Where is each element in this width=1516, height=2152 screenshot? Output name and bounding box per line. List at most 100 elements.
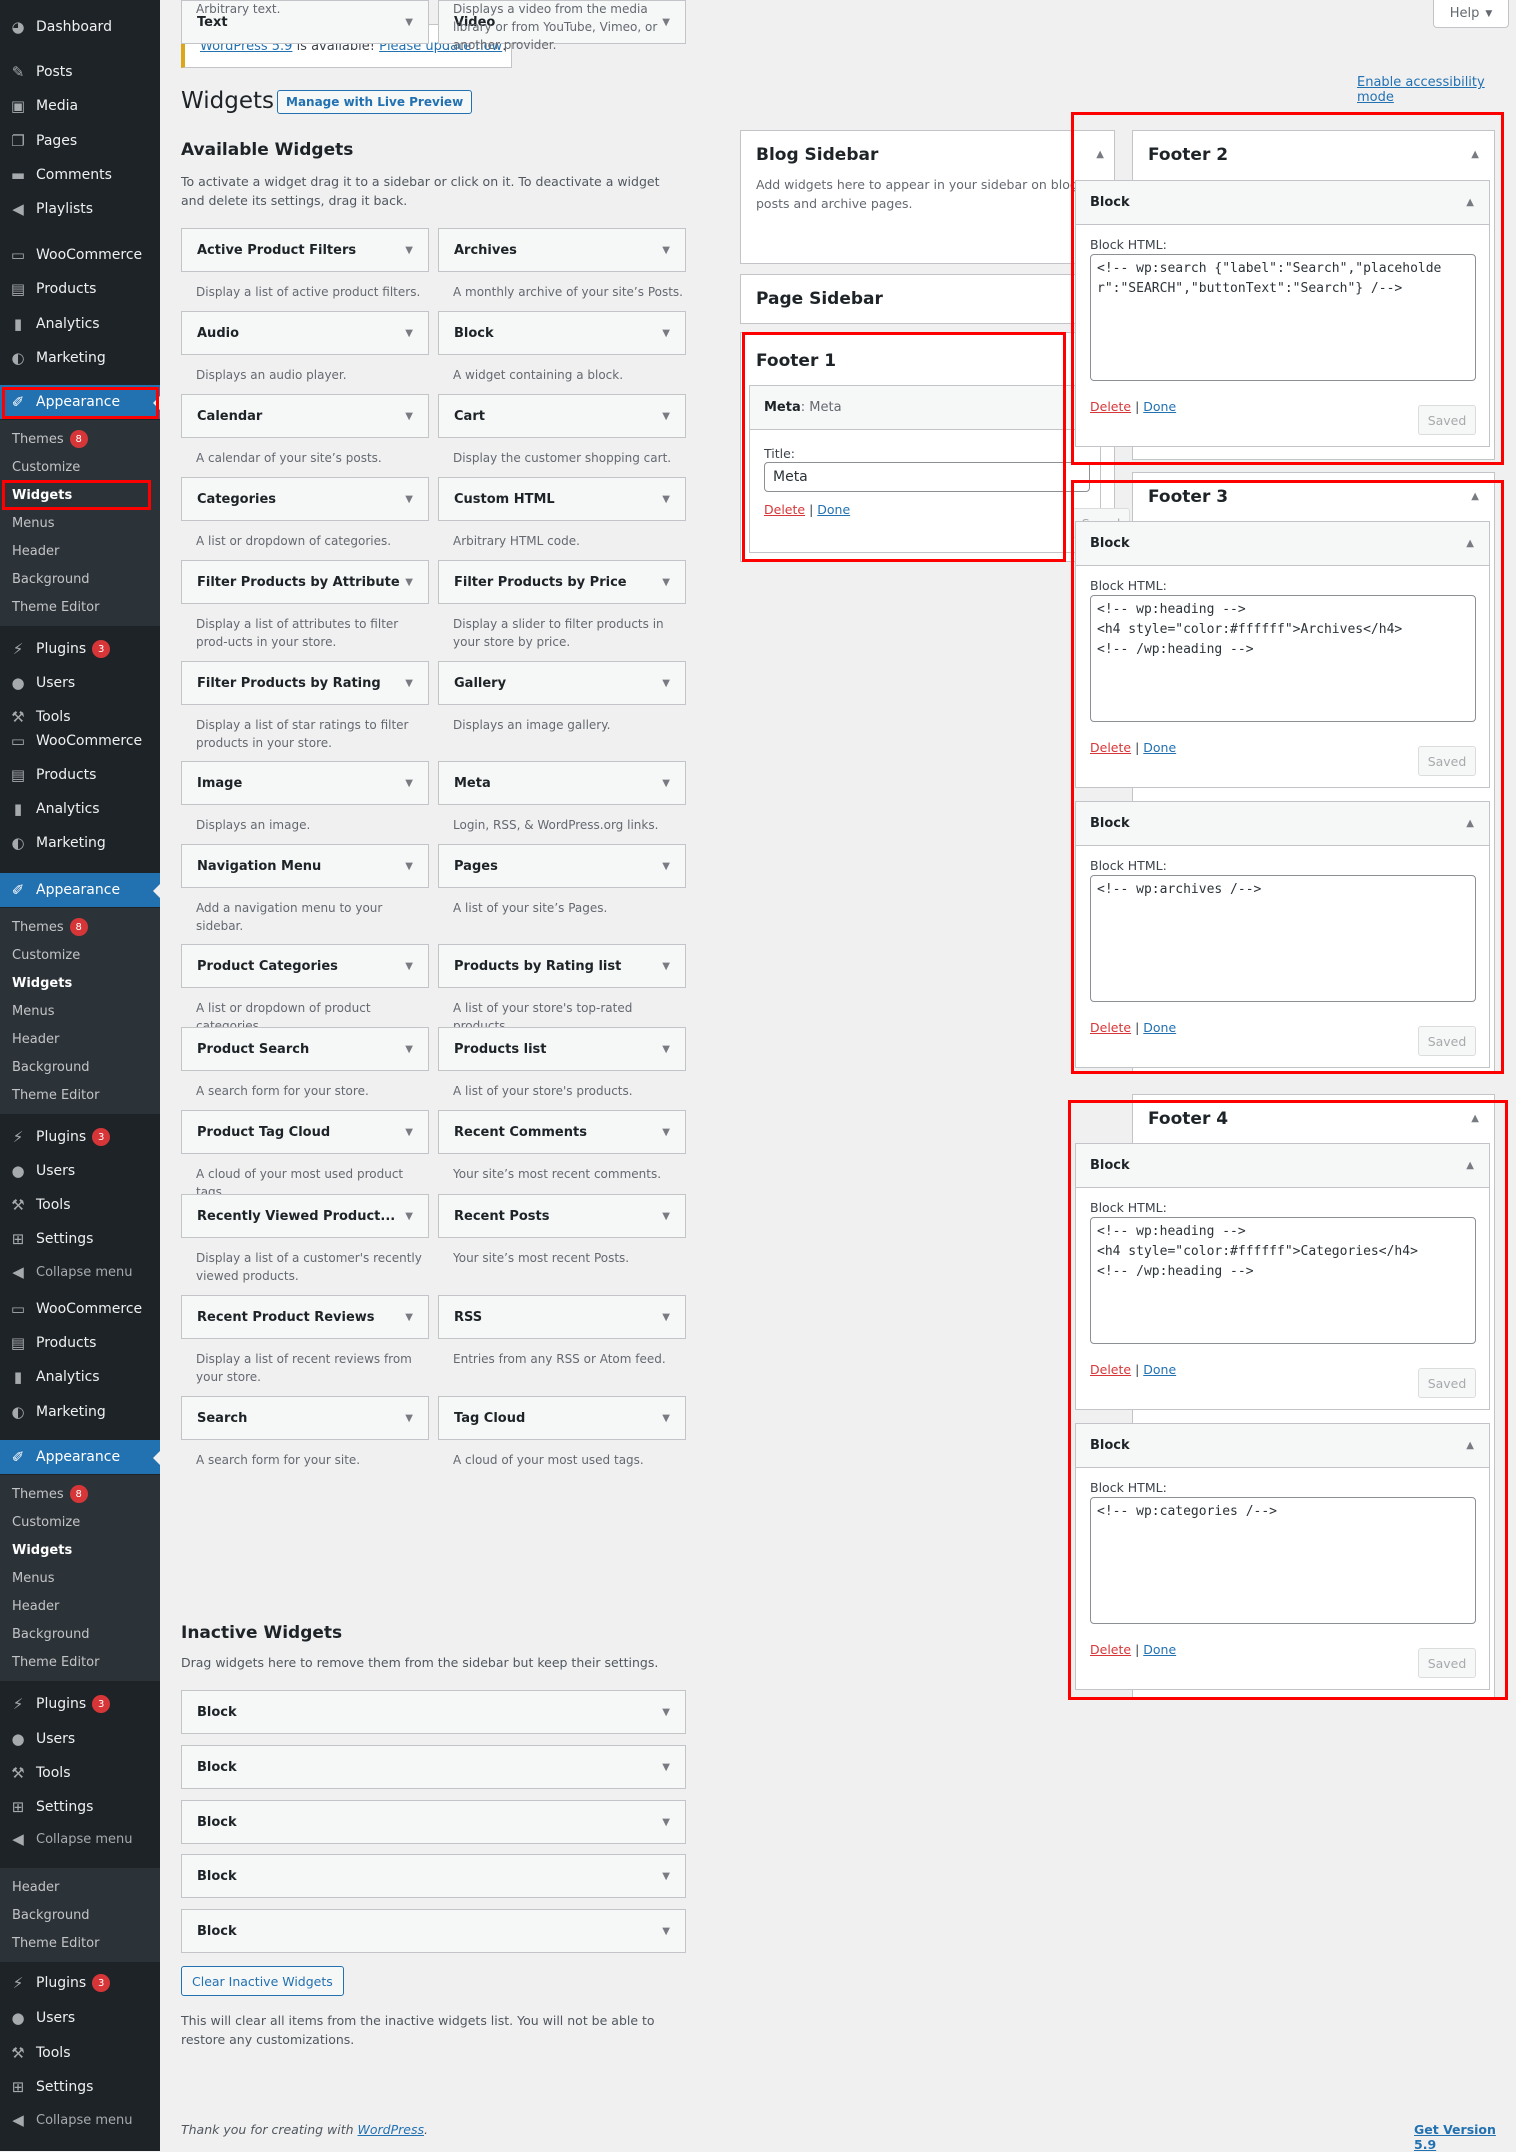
inactive-widget[interactable]: Block ▼ bbox=[181, 1800, 686, 1844]
widget-tile[interactable]: Active Product Filters ▼ bbox=[181, 228, 429, 272]
chevron-down-icon[interactable]: ▼ bbox=[405, 328, 413, 339]
menu-item-products[interactable]: ▤ Products bbox=[0, 758, 160, 792]
chevron-down-icon[interactable]: ▼ bbox=[662, 778, 670, 789]
chevron-down-icon[interactable]: ▼ bbox=[662, 1762, 670, 1773]
chevron-down-icon[interactable]: ▼ bbox=[662, 1871, 670, 1882]
widget-tile[interactable]: Product Search ▼ bbox=[181, 1027, 429, 1071]
widget-tile[interactable]: Search ▼ bbox=[181, 1396, 429, 1440]
chevron-down-icon[interactable]: ▼ bbox=[405, 494, 413, 505]
submenu-item-background[interactable]: Background bbox=[0, 565, 160, 593]
menu-item-media[interactable]: ▣ Media bbox=[0, 89, 160, 123]
menu-item-plugins[interactable]: ⚡ Plugins 3 bbox=[0, 632, 160, 666]
submenu-item-header[interactable]: Header bbox=[0, 537, 160, 565]
menu-item-marketing[interactable]: ◐ Marketing bbox=[0, 1395, 160, 1429]
meta-widget-header[interactable]: Meta: Meta bbox=[750, 386, 1100, 430]
chevron-down-icon[interactable]: ▼ bbox=[405, 778, 413, 789]
chevron-down-icon[interactable]: ▼ bbox=[405, 411, 413, 422]
menu-item-products[interactable]: ▤ Products bbox=[0, 272, 160, 306]
chevron-down-icon[interactable]: ▼ bbox=[662, 861, 670, 872]
menu-item-woocommerce[interactable]: ▭ WooCommerce bbox=[0, 238, 160, 272]
widget-tile[interactable]: Audio ▼ bbox=[181, 311, 429, 355]
inactive-widget[interactable]: Block ▼ bbox=[181, 1745, 686, 1789]
submenu-item-widgets[interactable]: Widgets bbox=[0, 1536, 160, 1564]
menu-item-collapse-menu[interactable]: ◀ Collapse menu bbox=[0, 2103, 160, 2137]
menu-item-marketing[interactable]: ◐ Marketing bbox=[0, 341, 160, 375]
block-widget-header[interactable]: Block ▲ bbox=[1076, 181, 1489, 225]
chevron-down-icon[interactable]: ▼ bbox=[405, 861, 413, 872]
block-widget-header[interactable]: Block ▲ bbox=[1076, 1144, 1489, 1188]
widget-tile[interactable]: Gallery ▼ bbox=[438, 661, 686, 705]
menu-item-plugins[interactable]: ⚡ Plugins 3 bbox=[0, 1966, 160, 2000]
collapse-arrow-icon[interactable]: ▲ bbox=[1471, 149, 1479, 160]
submenu-item-header[interactable]: Header bbox=[0, 1873, 160, 1901]
widget-tile[interactable]: Navigation Menu ▼ bbox=[181, 844, 429, 888]
chevron-down-icon[interactable]: ▼ bbox=[405, 245, 413, 256]
widget-tile[interactable]: Custom HTML ▼ bbox=[438, 477, 686, 521]
submenu-item-theme-editor[interactable]: Theme Editor bbox=[0, 593, 160, 621]
chevron-up-icon[interactable]: ▲ bbox=[1466, 818, 1474, 829]
block-html-textarea[interactable]: <!-- wp:archives /--> bbox=[1090, 875, 1476, 1002]
inactive-widget[interactable]: Block ▼ bbox=[181, 1690, 686, 1734]
block-widget-header[interactable]: Block ▲ bbox=[1076, 802, 1489, 846]
widget-tile[interactable]: Products list ▼ bbox=[438, 1027, 686, 1071]
clear-inactive-widgets-button[interactable]: Clear Inactive Widgets bbox=[181, 1966, 344, 1996]
get-version-link[interactable]: Get Version 5.9 bbox=[1414, 2122, 1516, 2152]
menu-item-users[interactable]: ● Users bbox=[0, 2001, 160, 2035]
accessibility-mode-link[interactable]: Enable accessibility mode bbox=[1357, 75, 1516, 105]
menu-item-appearance[interactable]: ✐ Appearance bbox=[0, 1440, 160, 1474]
submenu-item-theme-editor[interactable]: Theme Editor bbox=[0, 1081, 160, 1109]
saved-button[interactable]: Saved bbox=[1418, 1648, 1476, 1678]
menu-item-tools[interactable]: ⚒ Tools bbox=[0, 2036, 160, 2070]
widget-tile[interactable]: Recent Comments ▼ bbox=[438, 1110, 686, 1154]
chevron-down-icon[interactable]: ▼ bbox=[662, 1211, 670, 1222]
submenu-item-customize[interactable]: Customize bbox=[0, 1508, 160, 1536]
chevron-up-icon[interactable]: ▲ bbox=[1466, 1440, 1474, 1451]
menu-item-settings[interactable]: ⊞ Settings bbox=[0, 1790, 160, 1824]
chevron-down-icon[interactable]: ▼ bbox=[662, 1817, 670, 1828]
chevron-down-icon[interactable]: ▼ bbox=[662, 961, 670, 972]
submenu-item-theme-editor[interactable]: Theme Editor bbox=[0, 1929, 160, 1957]
saved-button[interactable]: Saved bbox=[1418, 1368, 1476, 1398]
title-input[interactable]: Meta bbox=[764, 462, 1090, 492]
menu-item-appearance[interactable]: ✐ Appearance bbox=[0, 873, 160, 907]
widget-tile[interactable]: Tag Cloud ▼ bbox=[438, 1396, 686, 1440]
chevron-down-icon[interactable]: ▼ bbox=[405, 678, 413, 689]
saved-button[interactable]: Saved bbox=[1418, 1026, 1476, 1056]
delete-link[interactable]: Delete bbox=[1090, 399, 1131, 414]
menu-item-users[interactable]: ● Users bbox=[0, 1154, 160, 1188]
menu-item-playlists[interactable]: ◀ Playlists bbox=[0, 192, 160, 226]
menu-item-settings[interactable]: ⊞ Settings bbox=[0, 2070, 160, 2104]
delete-link[interactable]: Delete bbox=[1090, 1020, 1131, 1035]
chevron-up-icon[interactable]: ▲ bbox=[1466, 1160, 1474, 1171]
menu-item-comments[interactable]: ▬ Comments bbox=[0, 158, 160, 192]
widget-tile[interactable]: Block ▼ bbox=[438, 311, 686, 355]
done-link[interactable]: Done bbox=[817, 502, 850, 517]
widget-tile[interactable]: Filter Products by Rating ▼ bbox=[181, 661, 429, 705]
block-html-textarea[interactable]: <!-- wp:categories /--> bbox=[1090, 1497, 1476, 1624]
chevron-down-icon[interactable]: ▼ bbox=[405, 961, 413, 972]
inactive-widget[interactable]: Block ▼ bbox=[181, 1854, 686, 1898]
block-widget-header[interactable]: Block ▲ bbox=[1076, 522, 1489, 566]
submenu-item-header[interactable]: Header bbox=[0, 1592, 160, 1620]
manage-live-preview-button[interactable]: Manage with Live Preview bbox=[277, 90, 473, 114]
chevron-down-icon[interactable]: ▼ bbox=[662, 328, 670, 339]
submenu-item-customize[interactable]: Customize bbox=[0, 941, 160, 969]
submenu-item-menus[interactable]: Menus bbox=[0, 997, 160, 1025]
submenu-item-menus[interactable]: Menus bbox=[0, 1564, 160, 1592]
chevron-down-icon[interactable]: ▼ bbox=[405, 1413, 413, 1424]
chevron-down-icon[interactable]: ▼ bbox=[662, 1413, 670, 1424]
widget-tile[interactable]: Archives ▼ bbox=[438, 228, 686, 272]
block-widget-header[interactable]: Block ▲ bbox=[1076, 1424, 1489, 1468]
widget-tile[interactable]: Recent Product Reviews ▼ bbox=[181, 1295, 429, 1339]
menu-item-marketing[interactable]: ◐ Marketing bbox=[0, 826, 160, 860]
delete-link[interactable]: Delete bbox=[764, 502, 805, 517]
widget-tile[interactable]: Calendar ▼ bbox=[181, 394, 429, 438]
page-sidebar-area[interactable]: Page Sidebar bbox=[740, 274, 1115, 324]
menu-item-woocommerce[interactable]: ▭ WooCommerce bbox=[0, 1292, 160, 1326]
saved-button[interactable]: Saved bbox=[1418, 746, 1476, 776]
menu-item-settings[interactable]: ⊞ Settings bbox=[0, 1222, 160, 1256]
blog-sidebar-area[interactable]: Blog Sidebar Add widgets here to appear … bbox=[740, 130, 1115, 264]
widget-tile[interactable]: Meta ▼ bbox=[438, 761, 686, 805]
submenu-item-background[interactable]: Background bbox=[0, 1901, 160, 1929]
done-link[interactable]: Done bbox=[1143, 1020, 1176, 1035]
